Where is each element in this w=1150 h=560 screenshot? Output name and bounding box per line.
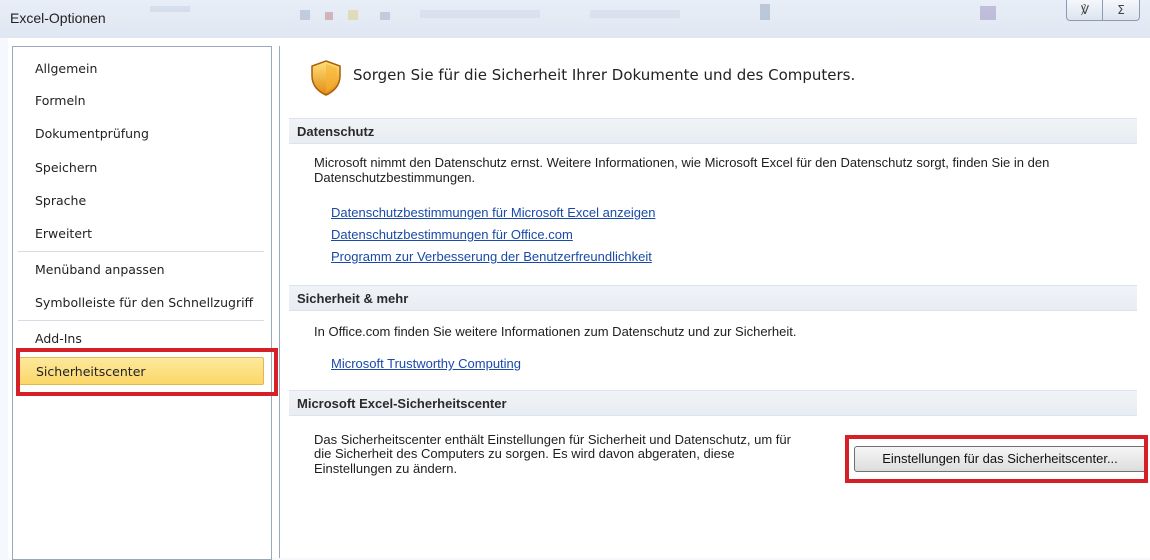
nav-divider (18, 251, 264, 252)
background-ribbon-decoration (150, 4, 996, 20)
privacy-text-line-2: Datenschutzbestimmungen. (314, 170, 476, 185)
pin-glyph: ℣ (1080, 3, 1090, 17)
title-bar: Excel-Optionen ℣ Σ (0, 0, 1150, 38)
link-ceip[interactable]: Programm zur Verbesserung der Benutzerfr… (331, 249, 652, 264)
nav-item-schnellzugriff[interactable]: Symbolleiste für den Schnellzugriff (18, 289, 264, 317)
shield-icon (311, 60, 341, 96)
section-header-sicherheit: Sicherheit & mehr (289, 285, 1137, 311)
trust-center-text-line-3: Einstellungen zu ändern. (314, 461, 458, 476)
nav-item-add-ins[interactable]: Add-Ins (18, 325, 264, 353)
close-icon[interactable]: Σ (1102, 0, 1140, 21)
nav-item-speichern[interactable]: Speichern (18, 154, 264, 182)
nav-item-menueband-anpassen[interactable]: Menüband anpassen (18, 256, 264, 284)
privacy-text-line-1: Microsoft nimmt den Datenschutz ernst. W… (314, 155, 1050, 170)
nav-item-allgemein[interactable]: Allgemein (18, 55, 264, 83)
trust-center-text-line-2: die Sicherheit des Computers zu sorgen. … (314, 446, 735, 461)
section-header-datenschutz: Datenschutz (289, 118, 1137, 144)
trust-center-text-line-1: Das Sicherheitscenter enthält Einstellun… (314, 432, 791, 447)
link-privacy-excel[interactable]: Datenschutzbestimmungen für Microsoft Ex… (331, 205, 655, 220)
link-trustworthy-computing[interactable]: Microsoft Trustworthy Computing (331, 356, 521, 371)
section-header-trust-center: Microsoft Excel-Sicherheitscenter (289, 390, 1137, 416)
link-privacy-office[interactable]: Datenschutzbestimmungen für Office.com (331, 227, 573, 242)
nav-item-dokumentpruefung[interactable]: Dokumentprüfung (18, 120, 264, 148)
security-text: In Office.com finden Sie weitere Informa… (314, 324, 797, 339)
content-pane: Sorgen Sie für die Sicherheit Ihrer Doku… (279, 46, 1150, 558)
pin-icon[interactable]: ℣ (1066, 0, 1104, 21)
page-heading: Sorgen Sie für die Sicherheit Ihrer Doku… (353, 66, 856, 84)
nav-item-erweitert[interactable]: Erweitert (18, 220, 264, 248)
nav-item-formeln[interactable]: Formeln (18, 87, 264, 115)
nav-divider (18, 320, 264, 321)
close-glyph: Σ (1117, 3, 1125, 17)
trust-center-settings-button[interactable]: Einstellungen für das Sicherheitscenter.… (854, 446, 1146, 472)
options-navigation: Allgemein Formeln Dokumentprüfung Speich… (12, 46, 272, 560)
window-title: Excel-Optionen (10, 10, 106, 26)
nav-item-sprache[interactable]: Sprache (18, 187, 264, 215)
nav-item-sicherheitscenter[interactable]: Sicherheitscenter (18, 357, 264, 385)
